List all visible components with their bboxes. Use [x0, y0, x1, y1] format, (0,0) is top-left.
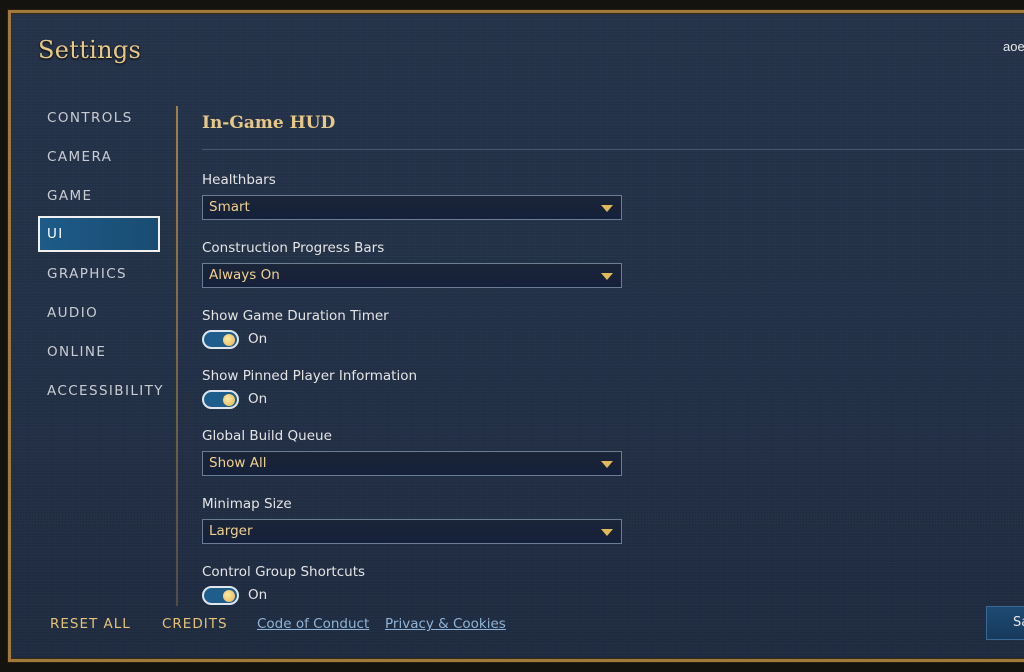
- healthbars-value: Smart: [209, 199, 250, 215]
- save-button[interactable]: Sa: [986, 606, 1024, 640]
- minimap-label: Minimap Size: [202, 496, 292, 512]
- chevron-down-icon: [601, 273, 613, 280]
- settings-panel: [8, 10, 1024, 662]
- nav-item-accessibility[interactable]: ACCESSIBILITY: [38, 373, 163, 409]
- control-group-label: Control Group Shortcuts: [202, 564, 366, 580]
- control-group-toggle[interactable]: [202, 586, 239, 605]
- duration-timer-state: On: [248, 331, 268, 347]
- toggle-knob: [223, 589, 235, 602]
- build-queue-dropdown[interactable]: Show All: [202, 451, 622, 476]
- chevron-down-icon: [601, 205, 613, 212]
- duration-timer-label: Show Game Duration Timer: [202, 308, 389, 324]
- section-divider: [202, 149, 1024, 150]
- minimap-value: Larger: [209, 523, 253, 539]
- toggle-knob: [223, 333, 235, 346]
- privacy-cookies-link[interactable]: Privacy & Cookies: [385, 616, 506, 632]
- healthbars-dropdown[interactable]: Smart: [202, 195, 622, 220]
- pinned-player-state: On: [248, 391, 268, 407]
- minimap-dropdown[interactable]: Larger: [202, 519, 622, 544]
- nav-item-graphics[interactable]: GRAPHICS: [38, 256, 160, 292]
- chevron-down-icon: [601, 529, 613, 536]
- nav-item-controls[interactable]: CONTROLS: [38, 100, 160, 136]
- nav-item-ui[interactable]: UI: [38, 216, 160, 252]
- nav-item-online[interactable]: ONLINE: [38, 334, 160, 370]
- page-title: Settings: [38, 36, 142, 64]
- nav-divider: [176, 106, 178, 606]
- construction-value: Always On: [209, 267, 280, 283]
- control-group-state: On: [248, 587, 268, 603]
- construction-label: Construction Progress Bars: [202, 240, 385, 256]
- duration-timer-toggle[interactable]: [202, 330, 239, 349]
- credits-button[interactable]: CREDITS: [162, 616, 228, 632]
- build-queue-value: Show All: [209, 455, 267, 471]
- pinned-player-toggle[interactable]: [202, 390, 239, 409]
- chevron-down-icon: [601, 461, 613, 468]
- toggle-knob: [223, 393, 235, 406]
- nav-item-audio[interactable]: AUDIO: [38, 295, 160, 331]
- code-of-conduct-link[interactable]: Code of Conduct: [257, 616, 369, 632]
- reset-all-button[interactable]: RESET ALL: [50, 616, 131, 632]
- pinned-player-label: Show Pinned Player Information: [202, 368, 418, 384]
- nav-item-camera[interactable]: CAMERA: [38, 139, 160, 175]
- nav-item-game[interactable]: GAME: [38, 178, 160, 214]
- healthbars-label: Healthbars: [202, 172, 276, 188]
- construction-dropdown[interactable]: Always On: [202, 263, 622, 288]
- username: aoe: [1003, 39, 1024, 54]
- build-queue-label: Global Build Queue: [202, 428, 332, 444]
- section-title: In-Game HUD: [202, 113, 336, 133]
